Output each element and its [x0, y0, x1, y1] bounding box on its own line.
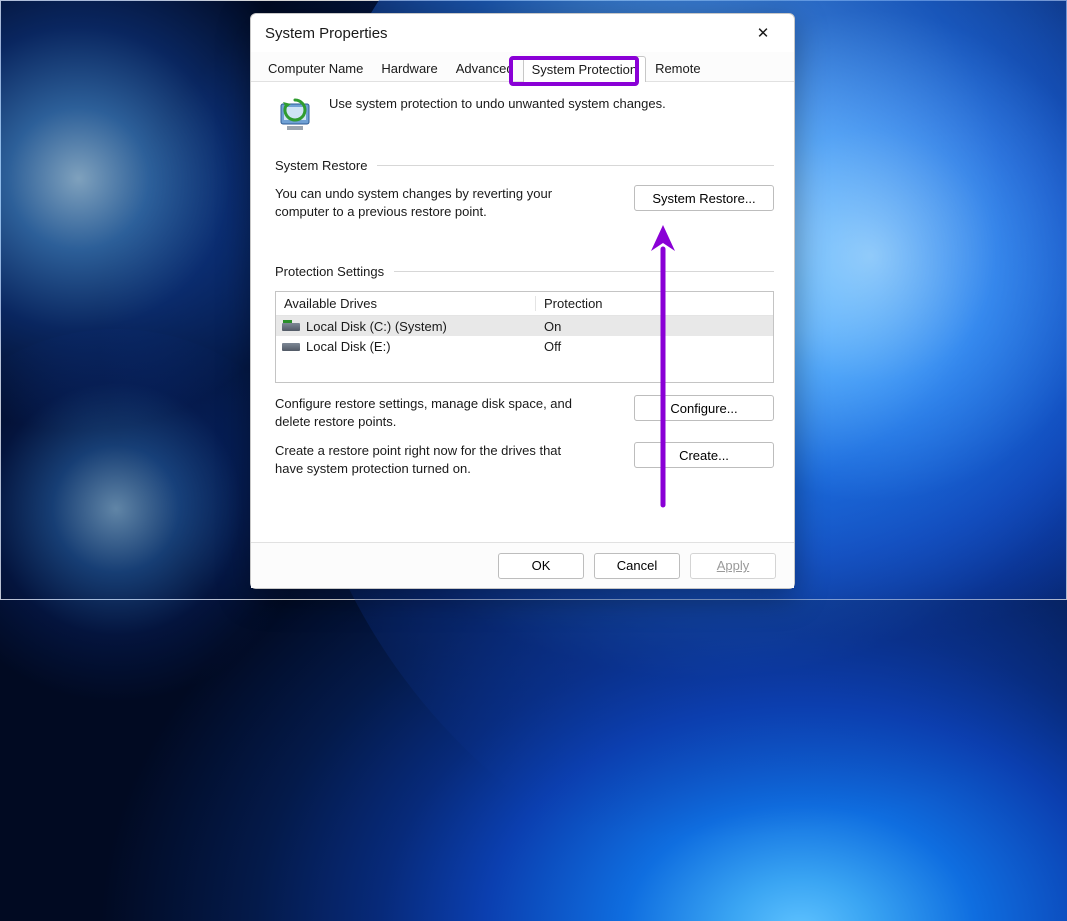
tab-advanced[interactable]: Advanced: [447, 55, 523, 81]
section-label-protection: Protection Settings: [275, 264, 384, 279]
dialog-footer: OK Cancel Apply: [251, 542, 794, 588]
cancel-button[interactable]: Cancel: [594, 553, 680, 579]
create-button[interactable]: Create...: [634, 442, 774, 468]
system-restore-description: You can undo system changes by reverting…: [275, 185, 576, 220]
drive-name: Local Disk (C:) (System): [306, 319, 447, 334]
drive-status: On: [536, 319, 773, 334]
section-label-restore: System Restore: [275, 158, 367, 173]
tab-computer-name[interactable]: Computer Name: [259, 55, 372, 81]
tab-bar: Computer Name Hardware Advanced System P…: [251, 52, 794, 82]
drive-status: Off: [536, 339, 773, 354]
drive-name: Local Disk (E:): [306, 339, 391, 354]
apply-button-label: Apply: [717, 558, 750, 573]
divider: [377, 165, 774, 166]
titlebar: System Properties: [251, 14, 794, 52]
ok-button[interactable]: OK: [498, 553, 584, 579]
col-protection[interactable]: Protection: [536, 296, 773, 311]
configure-description: Configure restore settings, manage disk …: [275, 395, 576, 430]
apply-button: Apply: [690, 553, 776, 579]
system-restore-row: You can undo system changes by reverting…: [275, 185, 774, 220]
table-header: Available Drives Protection: [276, 292, 773, 316]
system-restore-button[interactable]: System Restore...: [634, 185, 774, 211]
drive-icon: [282, 340, 300, 352]
system-restore-button-label: System Restore...: [652, 191, 755, 206]
window-title: System Properties: [265, 25, 742, 42]
system-properties-dialog: System Properties Computer Name Hardware…: [250, 13, 795, 589]
configure-button[interactable]: Configure...: [634, 395, 774, 421]
tab-system-protection[interactable]: System Protection: [523, 56, 647, 82]
create-row: Create a restore point right now for the…: [275, 442, 774, 477]
system-restore-icon: [275, 94, 315, 134]
drive-icon: [282, 320, 300, 332]
tab-remote[interactable]: Remote: [646, 55, 710, 81]
section-protection-settings: Protection Settings: [275, 264, 774, 279]
tab-panel: Use system protection to undo unwanted s…: [251, 82, 794, 542]
divider: [394, 271, 774, 272]
drives-table[interactable]: Available Drives Protection Local Disk (…: [275, 291, 774, 383]
tab-hardware[interactable]: Hardware: [372, 55, 446, 81]
intro-row: Use system protection to undo unwanted s…: [275, 94, 774, 134]
create-description: Create a restore point right now for the…: [275, 442, 576, 477]
close-icon: [757, 24, 770, 42]
intro-text: Use system protection to undo unwanted s…: [329, 94, 666, 113]
close-button[interactable]: [742, 18, 784, 48]
table-row[interactable]: Local Disk (E:) Off: [276, 336, 773, 356]
configure-button-label: Configure...: [670, 401, 737, 416]
create-button-label: Create...: [679, 448, 729, 463]
configure-row: Configure restore settings, manage disk …: [275, 395, 774, 430]
col-available-drives[interactable]: Available Drives: [276, 296, 536, 311]
table-row[interactable]: Local Disk (C:) (System) On: [276, 316, 773, 336]
section-system-restore: System Restore: [275, 158, 774, 173]
